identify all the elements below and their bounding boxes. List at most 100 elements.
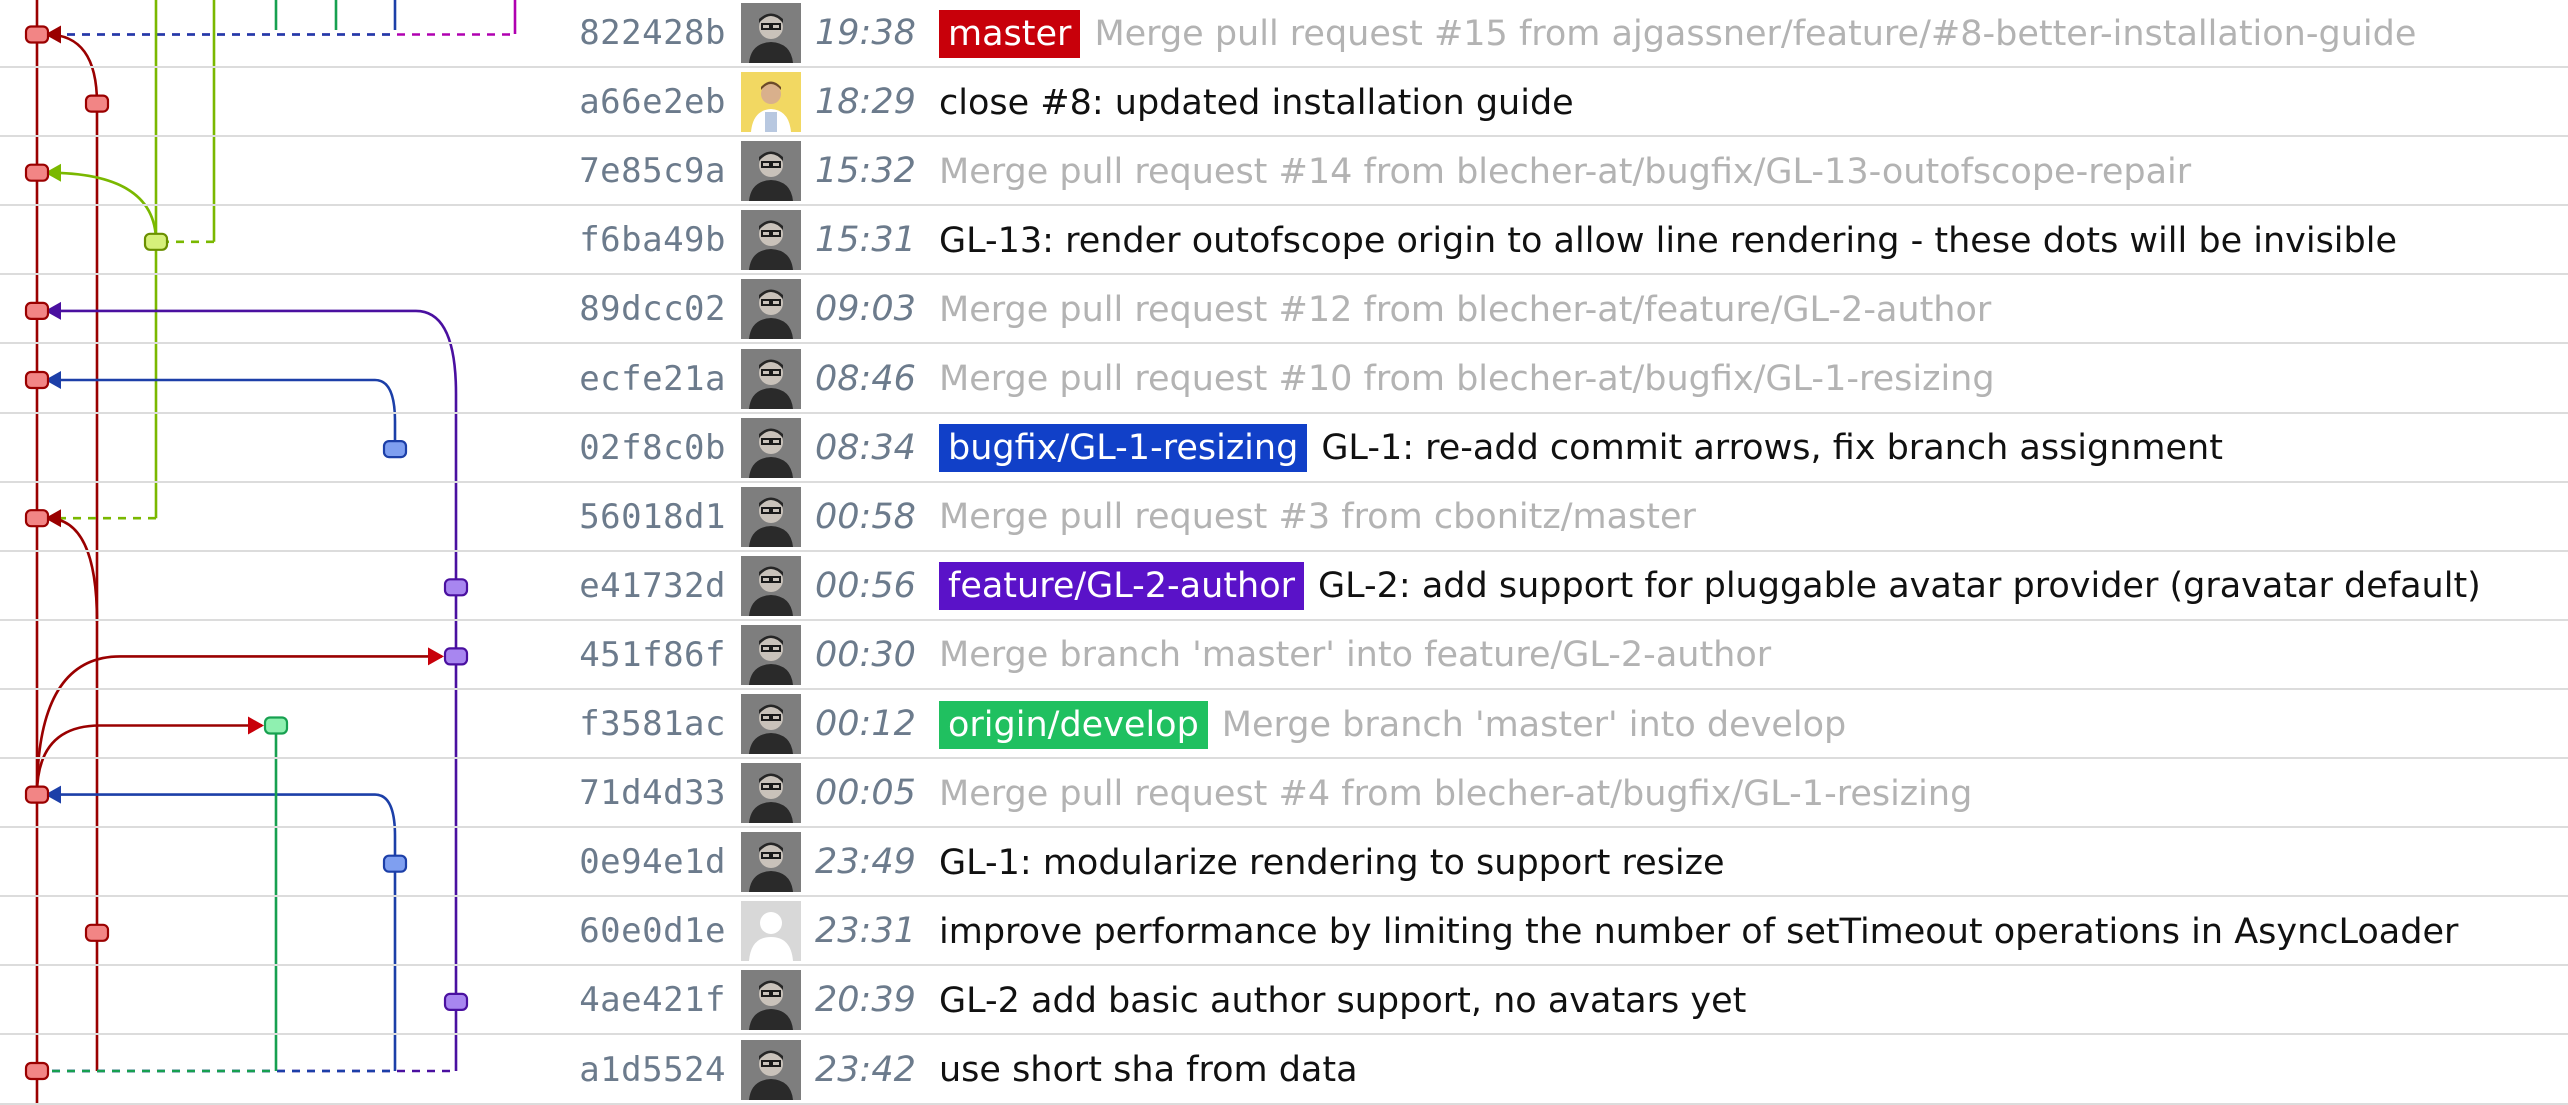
commit-message-line: origin/develop Merge branch 'master' into… [939,690,1846,759]
commit-message-line: feature/GL-2-author GL-2: add support for… [939,552,2481,621]
commit-message-line: use short sha from data [939,1036,1358,1105]
commit-message: Merge branch 'master' into develop [1221,704,1847,745]
person-photo-icon [741,555,801,616]
commit-time: 15:32 [815,151,916,192]
commit-time: 20:39 [815,980,916,1021]
person-photo-icon [741,970,801,1031]
commit-row[interactable]: 822428b 19:38 master Merge pull request #15… [0,0,2568,68]
commit-sha[interactable]: 89dcc02 [560,275,726,344]
commit-row[interactable]: 0e94e1d 23:49 GL-1: modularize rendering t… [0,828,2568,898]
commit-message-line: Merge pull request #10 from blecher-at/b… [939,345,1995,414]
commit-time: 09:03 [815,289,916,330]
person-photo-icon [741,3,801,63]
commit-row[interactable]: a1d5524 23:42 use short sha from data [0,1036,2568,1105]
commit-message: Merge pull request #3 from cbonitz/maste… [939,497,1696,538]
commit-sha[interactable]: 7e85c9a [560,137,726,206]
commit-message: GL-2: add support for pluggable avatar p… [1318,566,2481,607]
commit-time: 19:38 [815,13,916,53]
commit-time: 15:31 [815,220,916,261]
commit-message-line: Merge pull request #3 from cbonitz/maste… [939,483,1696,552]
commit-message: Merge pull request #14 from blecher-at/b… [939,151,2192,192]
commit-time: 08:34 [815,427,916,468]
commit-sha[interactable]: 71d4d33 [560,759,726,828]
person-photo-icon [741,486,801,547]
person-photo-icon [741,141,801,202]
default-avatar-icon [741,901,801,962]
commit-row[interactable]: 56018d1 00:58 Merge pull request #3 from c… [0,483,2568,552]
commit-row[interactable]: f6ba49b 15:31 GL-13: render outofscope ori… [0,206,2568,276]
person-photo-icon [741,694,801,754]
commit-row[interactable]: 02f8c0b 08:34 bugfix/GL-1-resizing GL-1: re… [0,414,2568,483]
commit-sha[interactable]: f6ba49b [560,206,726,275]
commit-message: use short sha from data [939,1050,1358,1090]
commit-time: 00:05 [815,773,916,814]
commit-row[interactable]: ecfe21a 08:46 Merge pull request #10 from … [0,345,2568,414]
commit-row[interactable]: a66e2eb 18:29 close #8: updated installati… [0,68,2568,138]
person-photo-icon [741,417,801,478]
person-photo-icon [741,832,801,893]
person-photo-icon [741,210,801,271]
commit-sha[interactable]: 02f8c0b [560,414,726,483]
commit-message: Merge branch 'master' into feature/GL-2-… [939,635,1772,676]
commit-message-line: Merge pull request #4 from blecher-at/bu… [939,759,1972,828]
commit-row[interactable]: 451f86f 00:30 Merge branch 'master' into f… [0,621,2568,690]
branch-badge[interactable]: origin/develop [939,700,1208,749]
commit-sha[interactable]: 822428b [560,0,726,68]
commit-message: GL-1: re-add commit arrows, fix branch a… [1321,428,2223,469]
commit-sha[interactable]: 4ae421f [560,966,726,1035]
commit-message: Merge pull request #10 from blecher-at/b… [939,359,1995,399]
commit-message-line: GL-13: render outofscope origin to allow… [939,206,2397,275]
branch-badge[interactable]: master [939,9,1081,58]
commit-message: close #8: updated installation guide [939,82,1574,123]
commit-sha[interactable]: 60e0d1e [560,897,726,966]
commit-row[interactable]: 60e0d1e 23:31 improve performance by limit… [0,897,2568,967]
commit-row[interactable]: 7e85c9a 15:32 Merge pull request #14 from … [0,137,2568,207]
person-photo-icon [741,279,801,340]
branch-badge[interactable]: feature/GL-2-author [939,562,1305,611]
commit-message-line: Merge pull request #14 from blecher-at/b… [939,137,2191,206]
commit-message-line: Merge pull request #12 from blecher-at/f… [939,275,1991,344]
person-photo-icon [741,763,801,824]
commit-message-line: improve performance by limiting the numb… [939,897,2458,966]
commit-sha[interactable]: a66e2eb [560,68,726,137]
commit-time: 23:49 [815,842,916,883]
commit-row[interactable]: f3581ac 00:12 origin/develop Merge branch '… [0,690,2568,759]
commit-time: 23:31 [815,911,916,952]
commit-message: GL-1: modularize rendering to support re… [939,842,1725,883]
commit-time: 00:30 [815,634,916,675]
commit-row[interactable]: e41732d 00:56 feature/GL-2-author GL-2: add… [0,552,2568,621]
commit-row[interactable]: 4ae421f 20:39 GL-2 add basic author suppor… [0,966,2568,1036]
commit-message-line: bugfix/GL-1-resizing GL-1: re-add commit … [939,414,2223,483]
commit-sha[interactable]: 451f86f [560,621,726,690]
commit-sha[interactable]: 56018d1 [560,483,726,552]
person-yellow-photo-icon [741,72,801,133]
commit-sha[interactable]: e41732d [560,552,726,621]
commit-time: 00:58 [815,496,916,537]
commit-message-line: GL-1: modularize rendering to support re… [939,828,1725,897]
commit-message: improve performance by limiting the numb… [939,911,2459,952]
person-photo-icon [741,624,801,685]
commit-message-line: master Merge pull request #15 from ajgass… [939,0,2416,68]
commit-time: 00:12 [815,704,916,744]
commit-message: GL-2 add basic author support, no avatar… [939,980,1747,1021]
commit-message-line: GL-2 add basic author support, no avatar… [939,966,1746,1035]
person-photo-icon [741,348,801,409]
branch-badge[interactable]: bugfix/GL-1-resizing [939,424,1308,473]
commit-sha[interactable]: 0e94e1d [560,828,726,897]
commit-message-line: Merge branch 'master' into feature/GL-2-… [939,621,1771,690]
commit-time: 00:56 [815,565,916,606]
commit-row[interactable]: 71d4d33 00:05 Merge pull request #4 from b… [0,759,2568,829]
commit-message: GL-13: render outofscope origin to allow… [939,220,2398,261]
commit-row[interactable]: 89dcc02 09:03 Merge pull request #12 from … [0,275,2568,345]
commit-sha[interactable]: a1d5524 [560,1036,726,1105]
commit-time: 08:46 [815,358,916,399]
commit-sha[interactable]: f3581ac [560,690,726,759]
person-photo-icon [741,1039,801,1100]
commit-sha[interactable]: ecfe21a [560,345,726,414]
commit-message: Merge pull request #12 from blecher-at/f… [939,289,1992,330]
commit-time: 23:42 [815,1049,916,1090]
commit-message: Merge pull request #4 from blecher-at/bu… [939,773,1973,814]
commit-message-line: close #8: updated installation guide [939,68,1574,137]
commit-message: Merge pull request #15 from ajgassner/fe… [1094,13,2417,54]
commit-time: 18:29 [815,82,916,123]
